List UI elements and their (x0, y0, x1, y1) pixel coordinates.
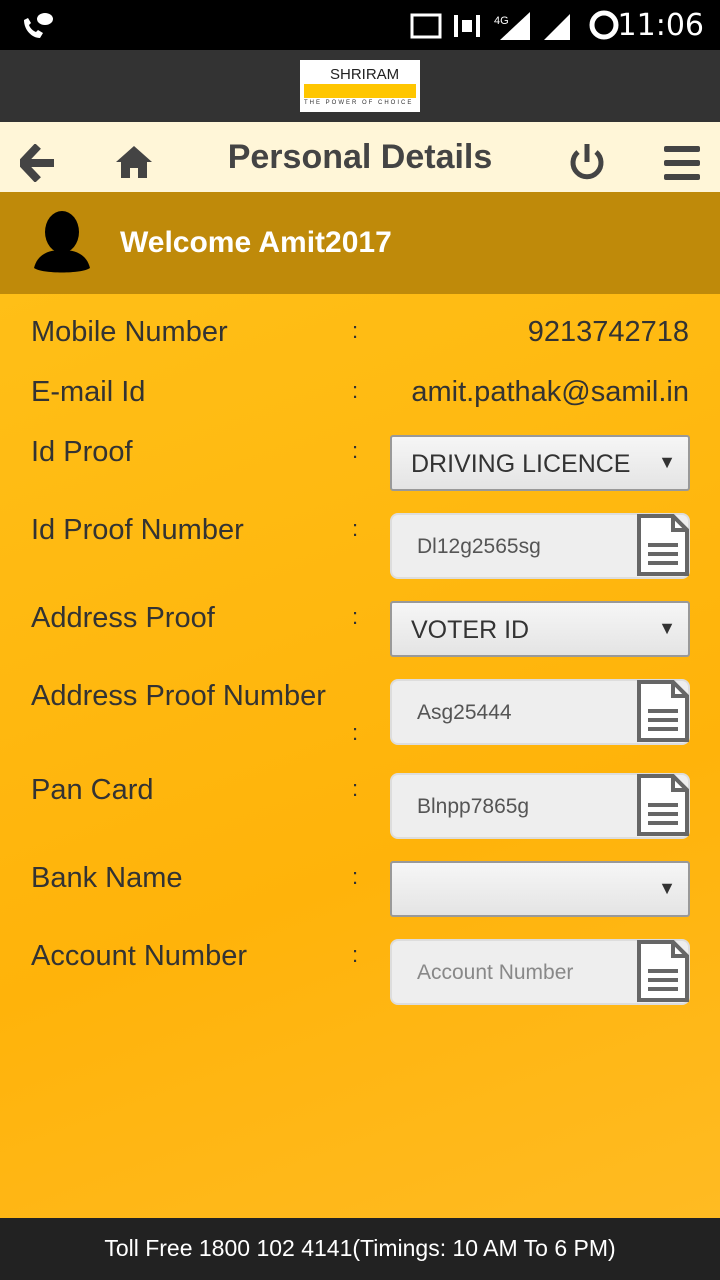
document-icon[interactable] (636, 679, 690, 743)
app-header: SHRIRAM THE POWER OF CHOICE (0, 50, 720, 122)
shriram-logo: SHRIRAM THE POWER OF CHOICE (300, 60, 420, 112)
battery-icon (589, 10, 619, 40)
document-icon[interactable] (636, 939, 690, 1003)
document-icon[interactable] (636, 513, 690, 577)
user-avatar-icon (34, 211, 90, 273)
nav-bar: Personal Details (0, 122, 720, 192)
document-icon[interactable] (636, 773, 690, 837)
details-form (0, 294, 720, 1218)
account-number-input[interactable]: Account Number (390, 939, 690, 1005)
colon: : (352, 318, 359, 343)
email-value: amit.pathak@samil.in (411, 376, 689, 408)
colon: : (352, 776, 359, 801)
id-proof-number-input[interactable]: Dl12g2565sg (390, 513, 690, 579)
account-number-label: Account Number (31, 940, 247, 972)
menu-icon[interactable] (664, 146, 700, 180)
page-title: Personal Details (227, 138, 493, 176)
dropdown-arrow-icon: ▼ (658, 452, 676, 472)
mobile-label: Mobile Number (31, 316, 228, 348)
dropdown-arrow-icon: ▼ (658, 618, 676, 638)
signal-icons: 4G (410, 12, 570, 40)
bank-name-select[interactable]: ▼ (390, 861, 690, 917)
status-bar: 4G 11:06 (0, 0, 720, 50)
colon: : (352, 864, 359, 889)
address-proof-selected: VOTER ID (411, 616, 530, 644)
address-proof-number-label: Address Proof Number (31, 680, 326, 712)
id-proof-selected: DRIVING LICENCE (411, 450, 631, 478)
address-proof-number-input[interactable]: Asg25444 (390, 679, 690, 745)
pan-card-label: Pan Card (31, 774, 154, 806)
colon: : (352, 942, 359, 967)
pan-card-value: Blnpp7865g (417, 795, 530, 818)
colon: : (352, 720, 359, 745)
colon: : (352, 378, 359, 403)
welcome-banner: Welcome Amit2017 (0, 192, 720, 294)
welcome-text: Welcome Amit2017 (120, 226, 392, 259)
id-proof-select[interactable]: DRIVING LICENCE ▼ (390, 435, 690, 491)
colon: : (352, 604, 359, 629)
pan-card-input[interactable]: Blnpp7865g (390, 773, 690, 839)
mobile-value: 9213742718 (527, 316, 689, 348)
power-icon[interactable] (568, 142, 606, 182)
address-proof-select[interactable]: VOTER ID ▼ (390, 601, 690, 657)
address-proof-label: Address Proof (31, 602, 215, 634)
email-label: E-mail Id (31, 376, 146, 408)
colon: : (352, 516, 359, 541)
bank-name-label: Bank Name (31, 862, 183, 894)
clock: 11:06 (617, 8, 704, 43)
call-message-icon (24, 13, 53, 38)
toll-free-footer: Toll Free 1800 102 4141(Timings: 10 AM T… (0, 1218, 720, 1280)
id-proof-number-label: Id Proof Number (31, 514, 244, 546)
address-proof-number-value: Asg25444 (417, 701, 512, 724)
svg-text:4G: 4G (494, 15, 509, 27)
id-proof-label: Id Proof (31, 436, 133, 468)
account-number-placeholder: Account Number (417, 961, 574, 984)
dropdown-arrow-icon: ▼ (658, 878, 676, 898)
colon: : (352, 438, 359, 463)
id-proof-number-value: Dl12g2565sg (417, 535, 541, 558)
